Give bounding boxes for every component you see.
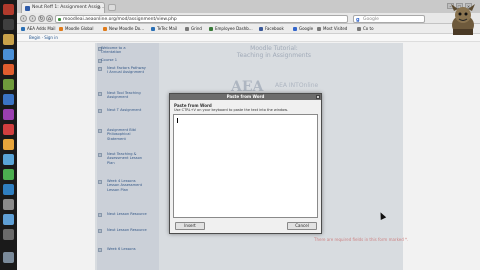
dock-app-icon[interactable] [3,184,14,195]
dock-app-icon[interactable] [3,109,14,120]
dock-app-icon[interactable] [3,49,14,60]
site-login-bar: Begin · Sign in [17,34,480,42]
dock-app-icon[interactable] [3,139,14,150]
browser-tab-active[interactable]: Neut Reff 1: Assignment Assig... × [21,2,105,13]
creature-avatar-icon [451,4,475,35]
site-identity-icon [58,18,61,21]
bookmark-item[interactable]: TeTec Mail [151,26,177,32]
dialog-close-icon[interactable] [316,95,320,99]
new-tab-button[interactable] [108,4,116,11]
bookmark-item[interactable]: Google [293,26,313,32]
bookmark-favicon-icon [59,27,63,31]
bookmark-favicon-icon [185,27,189,31]
dock-app-icon[interactable] [3,19,14,30]
dock-app-icon[interactable] [3,154,14,165]
back-icon[interactable]: ‹ [20,15,27,22]
bookmark-item[interactable]: Grind [185,26,202,32]
dock-app-icon[interactable] [3,94,14,105]
dock-app-icon[interactable] [3,34,14,45]
bookmark-favicon-icon [317,27,321,31]
bookmark-item[interactable]: New Moodle Do... [103,26,144,32]
bookmark-favicon-icon [209,27,213,31]
bookmark-label: AEA Adds Mail [27,26,56,31]
address-bar[interactable]: moodleai.aeaonline.org/mod/assignment/vi… [55,15,348,23]
bookmark-label: Employee Dashb... [215,26,253,31]
dock-app-icon[interactable] [3,229,14,240]
paste-from-word-dialog: Paste from Word Paste from Word Use CTRL… [169,93,322,234]
bookmark-label: Grind [191,26,202,31]
browser-window: Neut Reff 1: Assignment Assig... × – □ ×… [17,0,480,270]
dock-app-icon[interactable] [3,64,14,75]
tab-title: Neut Reff 1: Assignment Assig... [32,5,105,10]
home-icon[interactable]: ⌂ [46,15,53,22]
dock-app-icon[interactable] [3,214,14,225]
dialog-titlebar: Paste from Word [170,94,321,100]
cancel-button[interactable]: Cancel [287,222,317,230]
bookmark-label: Most Visited [323,26,348,31]
dialog-instruction: Use CTRL+V on your keyboard to paste the… [174,108,288,112]
bookmark-item[interactable]: Facebook [259,26,284,32]
search-placeholder: Google [363,17,379,22]
search-input[interactable]: g Google [353,15,425,23]
text-caret [177,118,178,123]
bookmark-item[interactable]: Most Visited [317,26,347,32]
bookmark-label: Google [299,26,314,31]
bookmark-item[interactable]: AEA Adds Mail [21,26,56,32]
dock-app-icon[interactable] [3,124,14,135]
page-favicon-icon [25,6,30,11]
bookmark-label: TeTec Mail [157,26,178,31]
tab-strip: Neut Reff 1: Assignment Assig... × – □ × [17,0,480,13]
page-content: Welcome to a Orientation Course 1 Neut F… [17,43,480,270]
bookmark-favicon-icon [103,27,107,31]
url-text: moodleai.aeaonline.org/mod/assignment/vi… [63,17,177,22]
trash-icon[interactable] [3,252,14,263]
login-link[interactable]: Begin · Sign in [29,35,58,40]
insert-button[interactable]: Insert [175,222,205,230]
navigation-toolbar: ‹ › ↻ ⌂ moodleai.aeaonline.org/mod/assig… [17,13,480,24]
bookmark-item[interactable]: Co to [357,26,374,32]
bookmark-favicon-icon [21,27,25,31]
bookmark-item[interactable]: Employee Dashb... [209,26,253,32]
bookmark-label: Moodle Global [65,26,94,31]
bookmarks-bar: AEA Adds Mail Moodle Global New Moodle D… [17,24,480,34]
reload-icon[interactable]: ↻ [38,15,45,22]
application-dock [0,0,17,270]
close-tab-icon[interactable]: × [97,5,101,11]
dock-app-icon[interactable] [3,79,14,90]
google-search-icon: g [356,17,360,23]
paste-textarea[interactable] [173,114,318,218]
forward-icon[interactable]: › [29,15,36,22]
bookmark-label: Facebook [265,26,284,31]
bookmark-label: Co to [363,26,374,31]
bookmark-label: New Moodle Do... [109,26,144,31]
bookmark-favicon-icon [357,27,361,31]
bookmark-favicon-icon [151,27,155,31]
bookmark-item[interactable]: Moodle Global [59,26,94,32]
bookmark-favicon-icon [293,27,297,31]
dock-app-icon[interactable] [3,169,14,180]
dock-app-icon[interactable] [3,4,14,15]
dock-app-icon[interactable] [3,199,14,210]
bookmark-favicon-icon [259,27,263,31]
